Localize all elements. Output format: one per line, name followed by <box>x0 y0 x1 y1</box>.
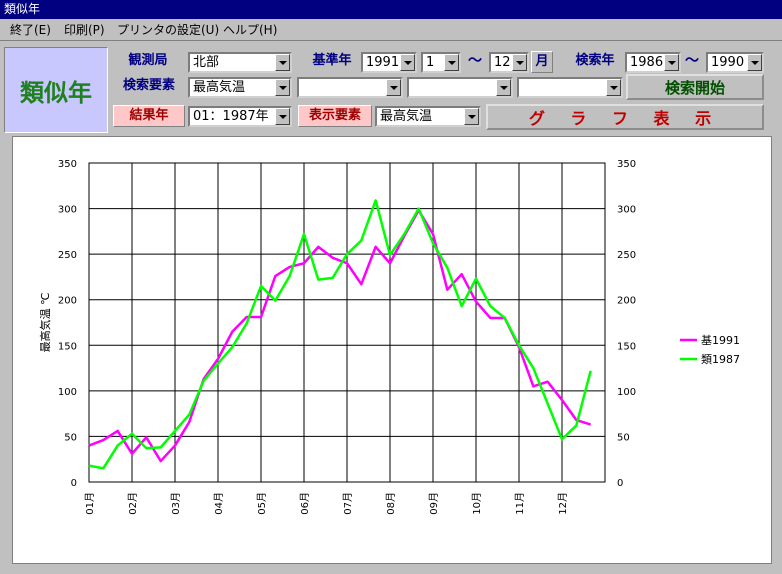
x-tick-label: 04月 <box>213 492 225 515</box>
title-bar: 類似年 <box>0 0 782 19</box>
chevron-down-icon[interactable] <box>275 79 290 96</box>
x-tick-label: 11月 <box>514 492 526 515</box>
station-select[interactable]: 北部 <box>188 52 292 73</box>
y-tick-label-left: 300 <box>58 205 77 216</box>
search-year-label: 検索年 <box>575 53 615 68</box>
x-tick-label: 07月 <box>342 492 354 515</box>
y-tick-label-left: 0 <box>71 478 77 489</box>
chevron-down-icon[interactable] <box>386 79 401 96</box>
display-element-select[interactable]: 最高気温 <box>375 106 481 127</box>
x-tick-label: 02月 <box>127 492 139 515</box>
x-tick-label: 01月 <box>84 492 96 515</box>
month-suffix: 月 <box>531 51 553 73</box>
y-tick-label-right: 150 <box>617 341 636 352</box>
legend-label: 基1991 <box>701 334 740 347</box>
search-element-label: 検索要素 <box>122 78 175 93</box>
chevron-down-icon[interactable] <box>747 54 762 71</box>
x-tick-label: 10月 <box>471 492 483 515</box>
menu-print[interactable]: 印刷(P) <box>64 22 105 38</box>
y-tick-label-left: 100 <box>58 387 77 398</box>
x-tick-label: 12月 <box>557 492 569 515</box>
station-label: 観測局 <box>128 53 168 68</box>
y-tick-label-left: 250 <box>58 250 77 261</box>
y-tick-label-right: 100 <box>617 387 636 398</box>
series-line-0 <box>88 209 592 463</box>
y-tick-label-right: 0 <box>617 478 623 489</box>
month-from-value: 1 <box>426 55 435 70</box>
y-tick-label-right: 200 <box>617 296 636 307</box>
y-tick-label-right: 350 <box>617 159 636 170</box>
graph-display-button[interactable]: グ ラ フ 表 示 <box>486 104 764 130</box>
display-element-value: 最高気温 <box>380 109 433 124</box>
month-range-separator: 〜 <box>468 53 482 69</box>
y-tick-label-left: 200 <box>58 296 77 307</box>
y-tick-label-left: 150 <box>58 341 77 352</box>
chevron-down-icon[interactable] <box>512 54 527 71</box>
chevron-down-icon[interactable] <box>664 54 679 71</box>
y-tick-label-right: 50 <box>617 432 630 443</box>
search-element-select[interactable]: 最高気温 <box>188 77 292 98</box>
legend-label: 類1987 <box>701 353 740 366</box>
x-tick-label: 09月 <box>428 492 440 515</box>
menu-exit[interactable]: 終了(E) <box>10 22 51 38</box>
chevron-down-icon[interactable] <box>400 54 415 71</box>
x-tick-label: 06月 <box>299 492 311 515</box>
search-element-value: 最高気温 <box>193 80 246 95</box>
menu-printer-settings[interactable]: プリンタの設定(U) <box>117 22 219 38</box>
y-tick-label-right: 300 <box>617 205 636 216</box>
search-start-button[interactable]: 検索開始 <box>626 74 764 100</box>
month-to-select[interactable]: 12 <box>489 52 529 73</box>
menu-bar: 終了(E) 印刷(P) プリンタの設定(U) ヘルプ(H) <box>0 19 782 41</box>
y-axis-label: 最高気温 ℃ <box>38 293 52 353</box>
y-tick-label-left: 350 <box>58 159 77 170</box>
series-line-1 <box>88 199 592 470</box>
search-year-from-value: 1986 <box>630 55 664 70</box>
x-tick-label: 05月 <box>256 492 268 515</box>
chevron-down-icon[interactable] <box>444 54 459 71</box>
result-year-select[interactable]: 01：1987年 <box>188 106 292 127</box>
search-year-to-select[interactable]: 1990 <box>706 52 764 73</box>
search-year-to-value: 1990 <box>711 55 745 70</box>
x-tick-label: 08月 <box>385 492 397 515</box>
search-element-select-3[interactable] <box>407 77 513 98</box>
chevron-down-icon[interactable] <box>275 54 290 71</box>
search-year-separator: 〜 <box>685 53 699 69</box>
result-year-value: 01：1987年 <box>193 109 269 124</box>
chevron-down-icon[interactable] <box>496 79 511 96</box>
search-element-select-4[interactable] <box>517 77 623 98</box>
menu-help[interactable]: ヘルプ(H) <box>223 22 277 38</box>
month-to-value: 12 <box>494 55 511 70</box>
line-chart: 0 0 50 50 100 100 150 150 200 200 250 250 300 300 350 3… <box>38 159 740 515</box>
result-year-label: 結果年 <box>113 105 185 127</box>
chevron-down-icon[interactable] <box>464 108 479 125</box>
app-label: 類似年 <box>4 47 108 133</box>
display-element-label: 表示要素 <box>298 105 372 127</box>
station-value: 北部 <box>193 55 220 70</box>
window-title: 類似年 <box>4 2 41 16</box>
search-year-from-select[interactable]: 1986 <box>625 52 681 73</box>
chevron-down-icon[interactable] <box>275 108 290 125</box>
base-year-value: 1991 <box>366 55 400 70</box>
search-element-select-2[interactable] <box>297 77 403 98</box>
chevron-down-icon[interactable] <box>606 79 621 96</box>
y-tick-label-left: 50 <box>64 432 77 443</box>
x-tick-label: 03月 <box>170 492 182 515</box>
base-year-select[interactable]: 1991 <box>361 52 417 73</box>
chart-panel: 0 0 50 50 100 100 150 150 200 200 250 250 300 300 350 3… <box>12 136 772 564</box>
base-year-label: 基準年 <box>312 53 352 68</box>
month-from-select[interactable]: 1 <box>421 52 461 73</box>
y-tick-label-right: 250 <box>617 250 636 261</box>
